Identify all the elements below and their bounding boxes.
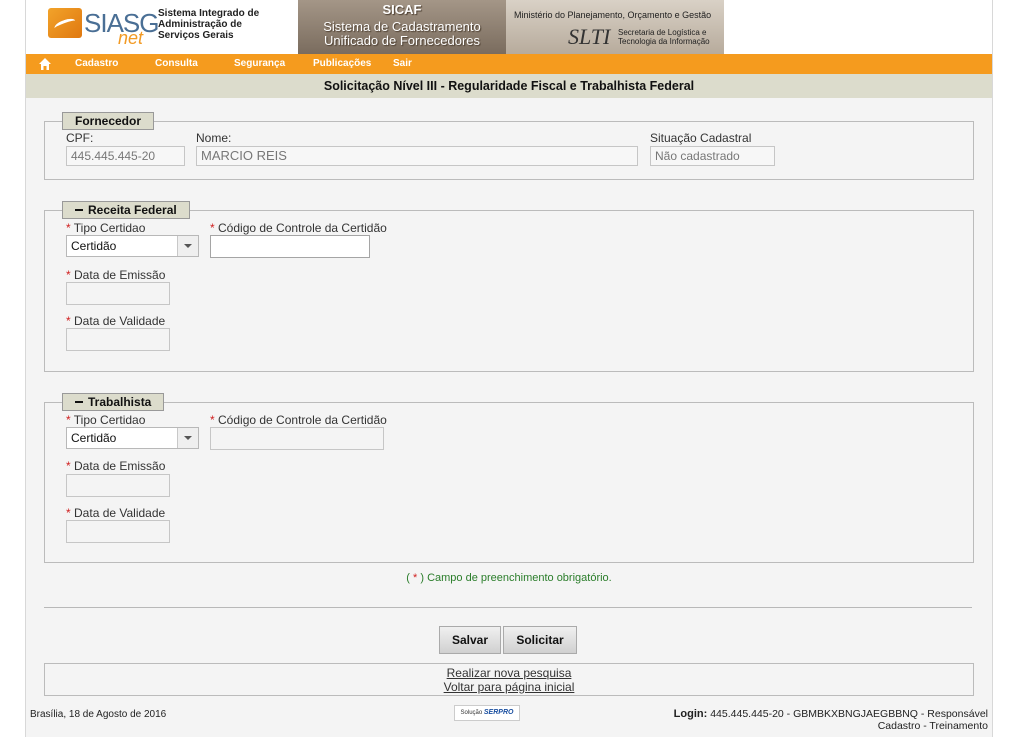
fornecedor-fieldset: Fornecedor CPF: 445.445.445-20 Nome: MAR… <box>44 112 974 180</box>
receita-federal-legend[interactable]: Receita Federal <box>62 201 190 219</box>
header-banner: SIASG net Sistema Integrado de Administr… <box>26 0 992 54</box>
siasg-logo-icon <box>48 8 82 38</box>
trabalhista-legend-label: Trabalhista <box>88 395 152 409</box>
fornecedor-legend: Fornecedor <box>62 112 155 130</box>
receita-validade-input[interactable] <box>66 328 170 351</box>
sicaf-title: SICAF <box>382 2 422 17</box>
receita-tipo-value: Certidão <box>71 239 117 253</box>
ministry-banner: Ministério do Planejamento, Orçamento e … <box>506 0 724 54</box>
chevron-down-icon[interactable] <box>177 236 198 256</box>
ministry-name: Ministério do Planejamento, Orçamento e … <box>514 10 712 20</box>
situacao-label: Situação Cadastral <box>650 131 752 145</box>
nome-field[interactable]: MARCIO REIS <box>196 146 638 166</box>
serpro-logo: Solução SERPRO <box>454 705 520 721</box>
navigation-links: Realizar nova pesquisa Voltar para págin… <box>44 663 974 696</box>
situacao-field[interactable]: Não cadastrado <box>650 146 775 166</box>
trabalhista-fieldset: Trabalhista * Tipo Certidao Certidão * C… <box>44 393 974 563</box>
receita-emissao-label: * Data de Emissão <box>66 268 166 282</box>
trabalhista-emissao-label: * Data de Emissão <box>66 459 166 473</box>
salvar-button[interactable]: Salvar <box>439 626 501 654</box>
required-field-note: ( * ) Campo de preenchimento obrigatório… <box>406 572 612 584</box>
trabalhista-tipo-label: * Tipo Certidao <box>66 413 146 427</box>
trabalhista-tipo-select[interactable]: Certidão <box>66 427 199 449</box>
login-value: 445.445.445-20 - GBMBKXBNGJAEGBBNQ - Res… <box>710 708 988 720</box>
receita-tipo-select[interactable]: Certidão <box>66 235 199 257</box>
page: SIASG net Sistema Integrado de Administr… <box>25 0 993 737</box>
page-title: Solicitação Nível III - Regularidade Fis… <box>26 74 992 98</box>
trabalhista-validade-input[interactable] <box>66 520 170 543</box>
collapse-icon <box>75 400 83 403</box>
banner-fill <box>724 0 992 54</box>
receita-validade-label: * Data de Validade <box>66 314 166 328</box>
nome-label: Nome: <box>196 131 232 145</box>
trabalhista-legend[interactable]: Trabalhista <box>62 393 165 411</box>
nova-pesquisa-link[interactable]: Realizar nova pesquisa <box>45 666 973 680</box>
login-role: Cadastro - Treinamento <box>877 720 988 732</box>
footer-login: Login: 445.445.445-20 - GBMBKXBNGJAEGBBN… <box>674 708 988 732</box>
slti-logo: SLTI <box>568 24 611 49</box>
login-label: Login: <box>673 708 708 720</box>
trabalhista-codigo-input[interactable] <box>210 427 384 450</box>
siasg-logo-net: net <box>118 28 144 48</box>
chevron-down-icon[interactable] <box>177 428 198 448</box>
siasg-logo-area: SIASG net Sistema Integrado de Administr… <box>26 0 298 54</box>
receita-federal-fieldset: Receita Federal * Tipo Certidao Certidão… <box>44 201 974 372</box>
sicaf-subtitle: Sistema de Cadastramento Unificado de Fo… <box>323 19 481 48</box>
cpf-field[interactable]: 445.445.445-20 <box>66 146 185 166</box>
trabalhista-emissao-input[interactable] <box>66 474 170 497</box>
receita-codigo-label: * Código de Controle da Certidão <box>210 221 387 235</box>
trabalhista-codigo-label: * Código de Controle da Certidão <box>210 413 387 427</box>
collapse-icon <box>75 208 83 211</box>
trabalhista-tipo-value: Certidão <box>71 431 117 445</box>
pagina-inicial-link[interactable]: Voltar para página inicial <box>45 680 973 694</box>
main-menu: Cadastro Consulta Segurança Publicações … <box>26 54 992 74</box>
receita-tipo-label: * Tipo Certidao <box>66 221 146 235</box>
receita-codigo-input[interactable] <box>210 235 370 258</box>
menu-item-publicacoes[interactable]: Publicações <box>313 58 371 69</box>
home-icon[interactable] <box>38 57 52 71</box>
divider <box>44 607 972 608</box>
solicitar-button[interactable]: Solicitar <box>503 626 577 654</box>
menu-item-cadastro[interactable]: Cadastro <box>75 58 118 69</box>
trabalhista-validade-label: * Data de Validade <box>66 506 166 520</box>
menu-item-consulta[interactable]: Consulta <box>155 58 198 69</box>
footer-date: Brasília, 18 de Agosto de 2016 <box>30 709 167 720</box>
menu-item-sair[interactable]: Sair <box>393 58 412 69</box>
cpf-label: CPF: <box>66 131 94 145</box>
receita-emissao-input[interactable] <box>66 282 170 305</box>
menu-item-seguranca[interactable]: Segurança <box>234 58 285 69</box>
sicaf-banner: SICAF Sistema de Cadastramento Unificado… <box>298 0 506 54</box>
slti-description: Secretaria de Logística e Tecnologia da … <box>618 28 710 46</box>
siasg-description: Sistema Integrado de Administração de Se… <box>158 8 260 41</box>
receita-federal-legend-label: Receita Federal <box>88 203 177 217</box>
